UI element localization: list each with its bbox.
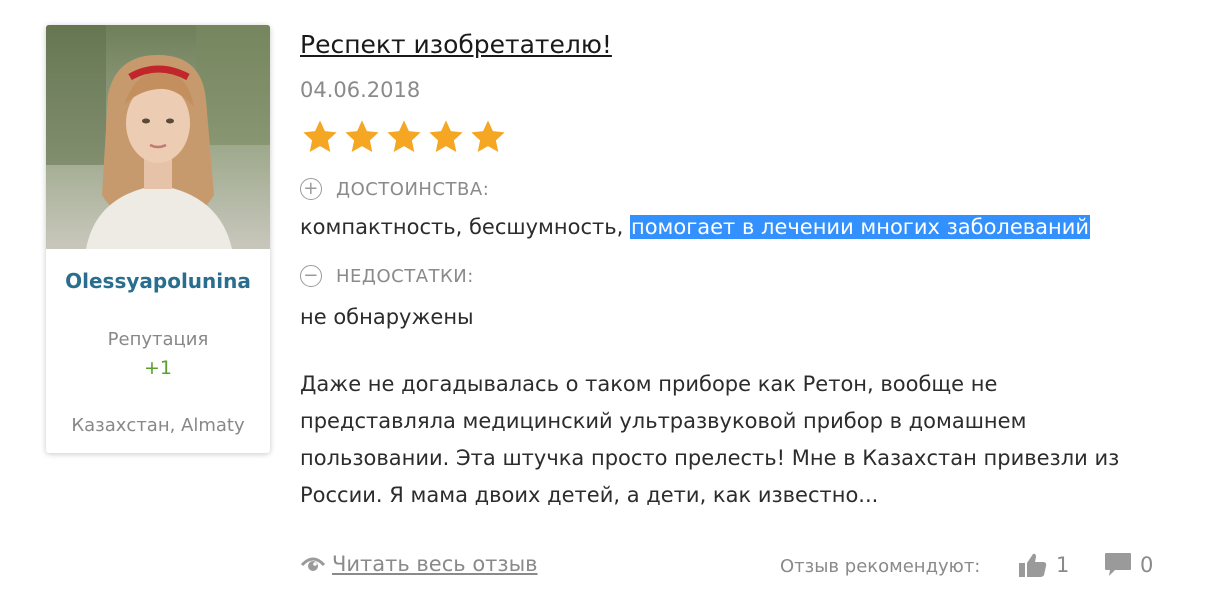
pros-text-plain: компактность, бесшумность, — [300, 215, 630, 239]
minus-circle-icon: − — [300, 265, 322, 287]
cons-label: НЕДОСТАТКИ: — [336, 265, 474, 287]
pros-text: компактность, бесшумность, помогает в ле… — [300, 215, 1091, 239]
likes-count: 1 — [1056, 553, 1070, 577]
reputation-value: +1 — [143, 357, 172, 379]
like-button[interactable]: 1 — [1018, 552, 1069, 578]
user-location: Казахстан, Almaty — [71, 415, 245, 436]
review-footer: Читать весь отзыв Отзыв рекомендуют: 1 0 — [300, 552, 1160, 588]
plus-circle-icon: + — [300, 178, 322, 200]
reputation-label: Репутация — [107, 329, 209, 350]
recommend-label: Отзыв рекомендуют: — [780, 556, 981, 577]
review-body-line: представляла медицинский ультразвуковой … — [300, 409, 1027, 433]
thumbs-up-icon — [1019, 553, 1047, 577]
comments-button[interactable]: 0 — [1104, 552, 1153, 578]
pros-heading: + ДОСТОИНСТВА: — [300, 178, 489, 200]
pros-text-highlighted: помогает в лечении многих заболеваний — [629, 215, 1091, 239]
eye-icon — [300, 557, 326, 571]
star-icon — [303, 120, 337, 153]
username-link[interactable]: Olessyapolunina — [46, 269, 270, 293]
read-more[interactable]: Читать весь отзыв — [300, 552, 538, 576]
star-icon — [345, 120, 379, 153]
review-body-line: Даже не догадывалась о таком приборе как… — [300, 372, 998, 396]
pros-label: ДОСТОИНСТВА: — [336, 178, 490, 200]
review-body: Даже не догадывалась о таком приборе как… — [300, 366, 1200, 514]
star-icon — [429, 120, 463, 153]
comments-count: 0 — [1140, 553, 1154, 577]
comment-icon — [1105, 553, 1131, 576]
cons-heading: − НЕДОСТАТКИ: — [300, 265, 474, 287]
avatar[interactable] — [46, 25, 270, 249]
cons-text: не обнаружены — [300, 305, 474, 329]
star-icon — [471, 120, 505, 153]
read-more-link[interactable]: Читать весь отзыв — [332, 552, 538, 576]
avatar-image — [46, 25, 270, 249]
rating-stars — [300, 118, 508, 156]
user-card: Olessyapolunina Репутация +1 Казахстан, … — [46, 25, 270, 453]
review-body-line: пользовании. Эта штучка просто прелесть!… — [300, 446, 1120, 470]
review-title-link[interactable]: Респект изобретателю! — [300, 30, 612, 59]
review-date: 04.06.2018 — [300, 78, 421, 102]
star-icon — [387, 120, 421, 153]
review-body-line: России. Я мама двоих детей, а дети, как … — [300, 483, 879, 507]
